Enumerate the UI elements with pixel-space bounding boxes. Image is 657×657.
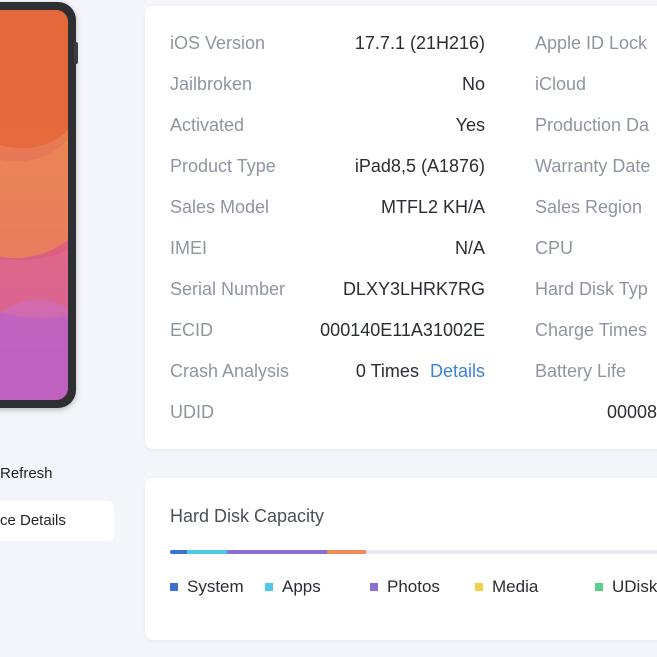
info-label-right: CPU [535,238,574,258]
disk-capacity-bar [170,550,657,554]
info-label: Serial Number [170,279,286,299]
wallpaper-graphic [0,10,68,400]
legend-label: Media [492,577,539,596]
info-value: 00008 [607,402,657,422]
info-label: Sales Model [170,197,270,217]
legend-item-system: System [170,577,244,597]
info-row-imei: IMEI N/A CPU [145,238,657,279]
legend-swatch [475,583,483,591]
info-row-sales-model: Sales Model MTFL2 KH/A Sales Region [145,197,657,238]
info-row-serial-number: Serial Number DLXY3LHRK7RG Hard Disk Typ [145,279,657,320]
legend-item-photos: Photos [370,577,440,597]
legend-label: Apps [282,577,321,596]
legend-label: Photos [387,577,440,596]
capacity-segment-other [327,550,366,554]
info-value: iPad8,5 (A1876) [354,156,485,176]
info-row-crash-analysis: Crash Analysis 0 Times Details Battery L… [145,361,657,402]
info-value: MTFL2 KH/A [380,197,485,217]
info-label: Product Type [170,156,276,176]
info-row-ios-version: iOS Version 17.7.1 (21H216) Apple ID Loc… [145,33,657,74]
info-label-right: Sales Region [535,197,643,217]
disk-capacity-card: Hard Disk Capacity System Apps Photos Media… [145,478,657,640]
info-label: ECID [170,320,214,340]
info-label: IMEI [170,238,208,258]
info-value: No [461,74,485,94]
device-preview [0,2,78,408]
info-label-right: Apple ID Lock [535,33,648,53]
legend-item-apps: Apps [265,577,321,597]
info-label-right: Battery Life [535,361,627,381]
info-label: Jailbroken [170,74,253,94]
info-label-right: Production Da [535,115,650,135]
info-label-right: Hard Disk Typ [535,279,648,299]
legend-label: UDisk [612,577,657,596]
info-value: 0 Times [355,361,419,381]
legend-swatch [170,583,178,591]
info-row-udid: UDID 00008 [145,402,657,443]
info-label: Activated [170,115,245,135]
info-label-right: iCloud [535,74,587,94]
info-value: 17.7.1 (21H216) [354,33,485,53]
legend-swatch [595,583,603,591]
info-row-activated: Activated Yes Production Da [145,115,657,156]
device-details-button[interactable]: ce Details [0,501,114,541]
legend-label: System [187,577,244,596]
capacity-segment-apps [187,550,227,554]
refresh-button[interactable]: Refresh [0,462,53,486]
device-info-card: iOS Version 17.7.1 (21H216) Apple ID Loc… [145,6,657,449]
info-row-ecid: ECID 000140E11A31002E Charge Times [145,320,657,361]
info-value: DLXY3LHRK7RG [342,279,485,299]
info-label: Crash Analysis [170,361,290,381]
device-info-screen: Refresh ce Details iOS Version 17.7.1 (2… [0,0,657,657]
crash-details-link[interactable]: Details [430,361,485,381]
info-label: UDID [170,402,214,422]
device-wallpaper [0,10,68,400]
info-row-jailbroken: Jailbroken No iCloud [145,74,657,115]
info-label-right: Charge Times [535,320,648,340]
info-label-right: Warranty Date [535,156,651,176]
legend-item-media: Media [475,577,538,597]
crash-value-group: 0 Times Details [356,361,485,382]
capacity-segment-photos [227,550,327,554]
legend-swatch [265,583,273,591]
info-row-product-type: Product Type iPad8,5 (A1876) Warranty Da… [145,156,657,197]
info-value: 000140E11A31002E [320,320,485,340]
legend-item-udisk: UDisk [595,577,657,597]
info-label: iOS Version [170,33,266,53]
capacity-segment-system [170,550,187,554]
info-value: N/A [454,238,485,258]
legend-swatch [370,583,378,591]
disk-capacity-title: Hard Disk Capacity [170,506,325,526]
device-side-button [74,42,78,64]
info-value: Yes [455,115,485,135]
